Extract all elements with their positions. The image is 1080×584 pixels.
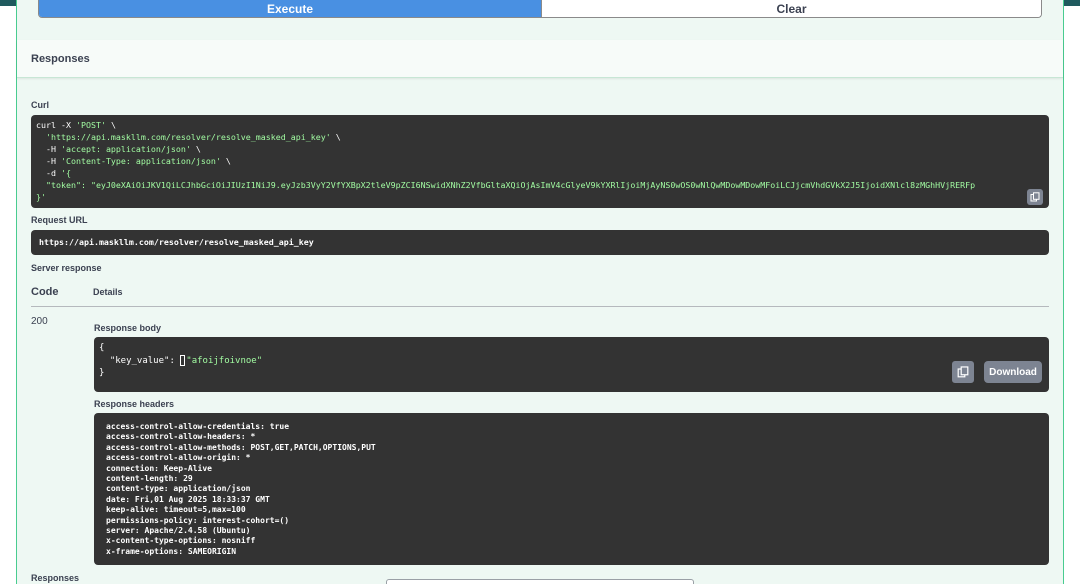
curl-line: -H 'Content-Type: application/json' \ <box>36 155 1044 167</box>
response-header-line: permissions-policy: interest-cohort=() <box>106 515 290 525</box>
response-body-block[interactable]: { "key_value": "afoijfoivnoe" } <box>94 337 1049 392</box>
response-header-line: access-control-allow-origin: * <box>106 453 251 463</box>
curl-string: 'accept: application/json' <box>60 144 191 154</box>
curl-string: 'Content-Type: application/json' <box>60 156 221 166</box>
curl-string: '{ <box>60 168 71 178</box>
copy-body-button[interactable] <box>952 361 974 383</box>
response-header-line: content-type: application/json <box>106 484 251 494</box>
request-url-value[interactable]: https://api.maskllm.com/resolver/resolve… <box>31 230 1049 255</box>
clear-button[interactable]: Clear <box>541 0 1041 17</box>
response-header-line: access-control-allow-credentials: true <box>106 422 290 431</box>
curl-text: \ <box>330 132 341 142</box>
curl-line: 'https://api.maskllm.com/resolver/resolv… <box>36 131 1044 143</box>
response-header-line: date: Fri,01 Aug 2025 18:33:37 GMT <box>106 494 270 504</box>
response-headers-block[interactable]: access-control-allow-credentials: true ac… <box>94 413 1049 565</box>
curl-string: "token": "eyJ0eXAiOiJKV1QiLCJhbGciOiJIUz… <box>36 180 976 190</box>
body-close-brace: } <box>99 368 105 378</box>
server-response-label: Server response <box>31 263 102 273</box>
copy-curl-button[interactable] <box>1027 189 1043 205</box>
response-header-line: connection: Keep-Alive <box>106 463 212 473</box>
execute-button[interactable]: Execute <box>39 0 541 17</box>
response-table-header: Code Details <box>31 283 1049 307</box>
response-header-line: keep-alive: timeout=5,max=100 <box>106 505 246 515</box>
text-cursor <box>180 354 186 366</box>
response-header-line: access-control-allow-methods: POST,GET,P… <box>106 442 376 452</box>
body-key: "key_value": <box>99 355 181 366</box>
curl-text: curl -X <box>36 120 76 130</box>
code-column-header: Code <box>31 286 59 298</box>
curl-text: \ <box>190 144 201 154</box>
execute-clear-wrapper: Execute Clear <box>38 0 1042 18</box>
response-header-line: access-control-allow-headers: * <box>106 432 256 442</box>
responses-footer-label: Responses <box>31 573 80 583</box>
responses-section-header: Responses <box>17 40 1063 78</box>
curl-text: -d <box>36 168 61 178</box>
curl-string: 'POST' <box>75 120 106 130</box>
request-url-label: Request URL <box>31 215 88 225</box>
curl-text: \ <box>105 120 116 130</box>
response-header-line: x-content-type-options: nosniff <box>106 536 256 546</box>
response-header-line: server: Apache/2.4.58 (Ubuntu) <box>106 526 251 536</box>
curl-label: Curl <box>31 100 49 110</box>
body-open-brace: { <box>99 343 105 353</box>
details-column-header: Details <box>93 287 123 297</box>
body-key-value: "afoijfoivnoe" <box>186 355 263 366</box>
curl-text <box>36 132 46 142</box>
curl-line: -H 'accept: application/json' \ <box>36 143 1044 155</box>
curl-string: 'https://api.maskllm.com/resolver/resolv… <box>46 132 331 142</box>
curl-text: -H <box>36 156 61 166</box>
curl-string: }' <box>36 192 46 202</box>
response-body-label: Response body <box>94 323 162 333</box>
curl-line: curl -X 'POST' \ <box>36 119 1044 131</box>
response-headers-label: Response headers <box>94 399 175 409</box>
curl-text: -H <box>36 144 61 154</box>
curl-text: \ <box>220 156 231 166</box>
response-header-line: content-length: 29 <box>106 474 193 484</box>
curl-line: "token": "eyJ0eXAiOiJKV1QiLCJhbGciOiJIUz… <box>36 179 1044 191</box>
status-code: 200 <box>31 316 48 327</box>
curl-line: -d '{ <box>36 167 1044 179</box>
media-type-select[interactable] <box>386 579 694 584</box>
download-button[interactable]: Download <box>984 361 1042 383</box>
copy-icon <box>957 366 969 378</box>
copy-icon <box>1030 192 1040 202</box>
curl-line: }' <box>36 191 1044 203</box>
responses-title: Responses <box>31 53 90 65</box>
curl-code-block[interactable]: curl -X 'POST' \ 'https://api.maskllm.co… <box>31 115 1049 208</box>
response-header-line: x-frame-options: SAMEORIGIN <box>106 546 237 556</box>
